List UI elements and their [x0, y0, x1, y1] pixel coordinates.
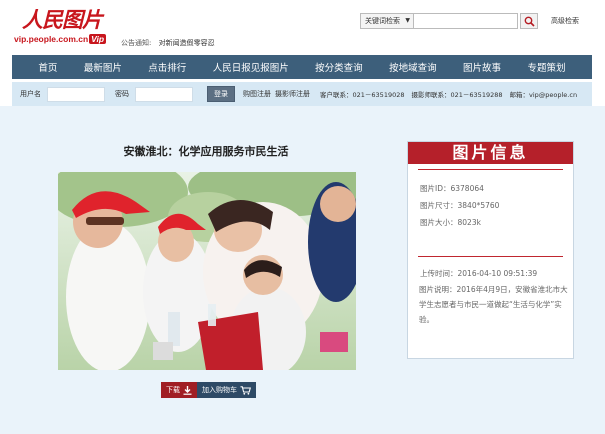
search-bar: 关键词检索 ▼: [360, 13, 538, 29]
username-input[interactable]: [47, 86, 105, 102]
contact-email: 邮箱：vip@people.cn: [509, 91, 578, 99]
login-bar: 用户名 密码 登录 购图注册 摄影师注册 客户联系：021－63519028 摄…: [12, 82, 592, 106]
download-label: 下载: [166, 386, 180, 394]
cart-icon: [240, 385, 251, 395]
main-photo[interactable]: [58, 172, 356, 370]
cart-label: 加入购物车: [202, 386, 237, 394]
photo-description: 图片说明：2016年4月9日，安徽省淮北市大学生志愿者与市民一道做起“生活与化学…: [419, 285, 568, 324]
info-heading: 图片信息: [408, 142, 573, 164]
logo-vip-badge: Vip: [89, 34, 107, 44]
download-button[interactable]: 下载: [161, 382, 197, 398]
photo-dimensions: 图片尺寸：3840*5760: [420, 201, 500, 210]
announcement-label: 公告通知:: [121, 39, 152, 47]
buyer-register-link[interactable]: 购图注册: [243, 89, 271, 99]
customer-contact: 客户联系：021－63519028: [320, 91, 405, 99]
search-type-select[interactable]: 关键词检索 ▼: [360, 13, 414, 29]
info-divider-top: [418, 169, 563, 170]
search-icon: [524, 16, 535, 27]
nav-item[interactable]: 最新图片: [84, 60, 122, 74]
nav-item[interactable]: 点击排行: [148, 60, 186, 74]
info-divider-bottom: [418, 256, 563, 257]
nav-item[interactable]: 按分类查询: [315, 60, 363, 74]
password-input[interactable]: [135, 86, 193, 102]
search-input[interactable]: [414, 13, 518, 29]
main-nav: 首页 最新图片 点击排行 人民日报见报图片 按分类查询 按地域查询 图片故事 专题策划: [12, 55, 592, 79]
logo-url: vip.people.com.cn Vip: [14, 34, 107, 44]
search-type-label: 关键词检索: [365, 17, 400, 25]
nav-item[interactable]: 图片故事: [463, 60, 501, 74]
upload-time: 上传时间：2016-04-10 09:51:39: [420, 269, 538, 278]
announcement: 公告通知: 对新闻造假零容忍: [121, 38, 215, 48]
photographer-contact: 摄影师联系：021－63519288: [411, 91, 503, 99]
nav-item[interactable]: 按地域查询: [389, 60, 437, 74]
photo-title: 安徽淮北：化学应用服务市民生活: [123, 145, 289, 158]
nav-item[interactable]: 人民日报见报图片: [213, 60, 289, 74]
site-header: 人民图片 vip.people.com.cn Vip 公告通知: 对新闻造假零容忍…: [0, 0, 605, 52]
site-logo[interactable]: 人民图片 vip.people.com.cn Vip: [14, 4, 118, 46]
caret-down-icon: ▼: [405, 17, 410, 24]
password-label: 密码: [115, 90, 129, 98]
username-label: 用户名: [20, 90, 41, 98]
photo-id: 图片ID：6378064: [420, 184, 484, 193]
nav-item[interactable]: 专题策划: [527, 60, 565, 74]
download-icon: [183, 385, 192, 395]
photo-filesize: 图片大小：8023k: [420, 218, 481, 227]
add-to-cart-button[interactable]: 加入购物车: [197, 382, 256, 398]
logo-url-text: vip.people.com.cn: [14, 34, 89, 44]
advanced-search-link[interactable]: 高级检索: [551, 16, 579, 26]
nav-list: 首页 最新图片 点击排行 人民日报见报图片 按分类查询 按地域查询 图片故事 专题策划: [12, 55, 592, 79]
announcement-link[interactable]: 对新闻造假零容忍: [159, 39, 215, 47]
photographer-register-link[interactable]: 摄影师注册: [275, 89, 310, 99]
logo-text: 人民图片: [22, 7, 103, 32]
search-button[interactable]: [520, 13, 538, 29]
nav-item[interactable]: 首页: [38, 60, 57, 74]
login-button[interactable]: 登录: [207, 86, 235, 102]
